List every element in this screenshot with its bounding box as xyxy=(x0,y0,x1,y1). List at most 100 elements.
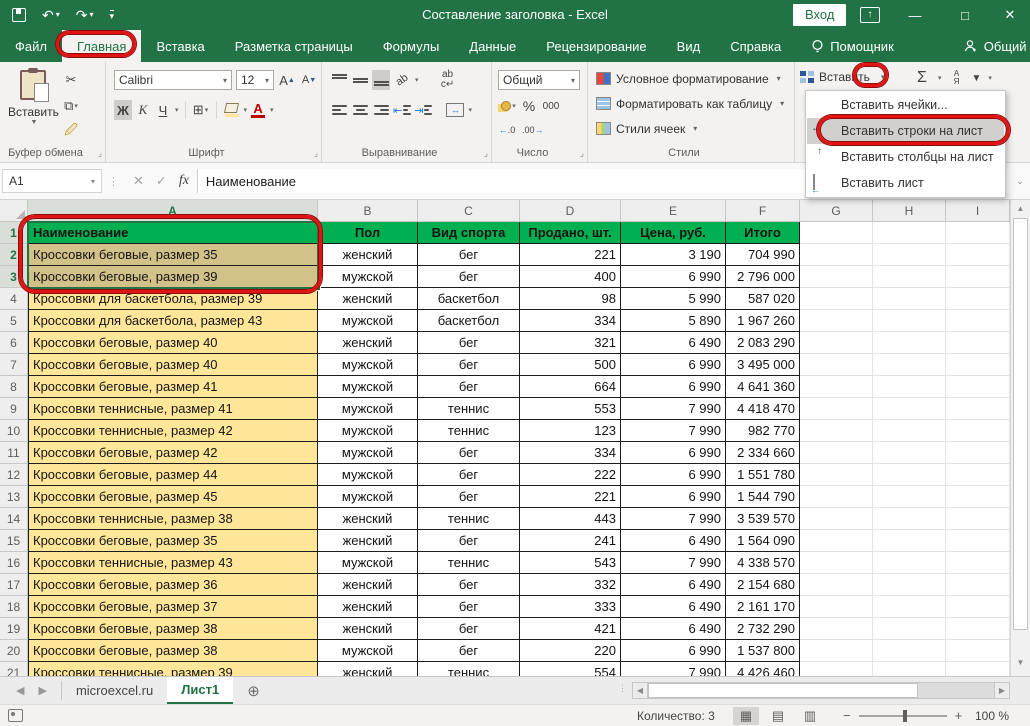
cell-B10[interactable]: мужской xyxy=(318,420,418,442)
cell-G15[interactable] xyxy=(800,530,873,552)
cell-F11[interactable]: 2 334 660 xyxy=(726,442,800,464)
cell-G3[interactable] xyxy=(800,266,873,288)
scroll-right-icon[interactable]: ▶ xyxy=(994,682,1010,699)
column-header-E[interactable]: E xyxy=(621,200,726,222)
cell-A2[interactable]: Кроссовки беговые, размер 35 xyxy=(28,244,318,266)
cell-D20[interactable]: 220 xyxy=(520,640,621,662)
cell-D14[interactable]: 443 xyxy=(520,508,621,530)
cell-B16[interactable]: мужской xyxy=(318,552,418,574)
cell-D5[interactable]: 334 xyxy=(520,310,621,332)
cell-H7[interactable] xyxy=(873,354,946,376)
align-right-icon[interactable] xyxy=(372,100,390,120)
cell-E19[interactable]: 6 490 xyxy=(621,618,726,640)
zoom-out-icon[interactable]: − xyxy=(843,708,851,723)
cell-C6[interactable]: бег xyxy=(418,332,520,354)
zoom-slider[interactable] xyxy=(859,715,947,717)
cell-E3[interactable]: 6 990 xyxy=(621,266,726,288)
row-header-15[interactable]: 15 xyxy=(0,530,28,552)
sheet-tab-microexcel.ru[interactable]: microexcel.ru xyxy=(62,677,167,704)
page-break-view-icon[interactable]: ▥ xyxy=(797,707,823,725)
decrease-decimal-icon[interactable]: .00→ xyxy=(522,120,544,140)
cell-A21[interactable]: Кроссовки теннисные, размер 39 xyxy=(28,662,318,676)
cell-F15[interactable]: 1 564 090 xyxy=(726,530,800,552)
cell-G1[interactable] xyxy=(800,222,873,244)
cell-C12[interactable]: бег xyxy=(418,464,520,486)
cell-F16[interactable]: 4 338 570 xyxy=(726,552,800,574)
cell-E10[interactable]: 7 990 xyxy=(621,420,726,442)
cell-G20[interactable] xyxy=(800,640,873,662)
align-bottom-icon[interactable] xyxy=(372,70,390,90)
cell-D6[interactable]: 321 xyxy=(520,332,621,354)
zoom-level[interactable]: 100 % xyxy=(975,709,1009,723)
cell-I12[interactable] xyxy=(946,464,1010,486)
cell-I3[interactable] xyxy=(946,266,1010,288)
row-header-13[interactable]: 13 xyxy=(0,486,28,508)
cell-I5[interactable] xyxy=(946,310,1010,332)
fill-color-icon[interactable] xyxy=(223,100,241,120)
cell-F19[interactable]: 2 732 290 xyxy=(726,618,800,640)
cell-F1[interactable]: Итого xyxy=(726,222,800,244)
alignment-dialog-launcher-icon[interactable]: ⌟ xyxy=(484,148,488,159)
row-header-12[interactable]: 12 xyxy=(0,464,28,486)
cell-A8[interactable]: Кроссовки беговые, размер 41 xyxy=(28,376,318,398)
cell-C20[interactable]: бег xyxy=(418,640,520,662)
cell-H12[interactable] xyxy=(873,464,946,486)
cell-I2[interactable] xyxy=(946,244,1010,266)
cell-H11[interactable] xyxy=(873,442,946,464)
column-header-A[interactable]: A xyxy=(28,200,318,222)
tab-вид[interactable]: Вид xyxy=(662,30,716,62)
cell-A5[interactable]: Кроссовки для баскетбола, размер 43 xyxy=(28,310,318,332)
cell-C18[interactable]: бег xyxy=(418,596,520,618)
cell-D21[interactable]: 554 xyxy=(520,662,621,676)
cell-E2[interactable]: 3 190 xyxy=(621,244,726,266)
cell-G10[interactable] xyxy=(800,420,873,442)
cell-A11[interactable]: Кроссовки беговые, размер 42 xyxy=(28,442,318,464)
cell-I18[interactable] xyxy=(946,596,1010,618)
cell-A18[interactable]: Кроссовки беговые, размер 37 xyxy=(28,596,318,618)
paste-button[interactable]: Вставить ▼ xyxy=(8,70,59,126)
tab-рецензирование[interactable]: Рецензирование xyxy=(531,30,661,62)
align-center-icon[interactable] xyxy=(351,100,369,120)
cell-I10[interactable] xyxy=(946,420,1010,442)
cell-D15[interactable]: 241 xyxy=(520,530,621,552)
cell-E14[interactable]: 7 990 xyxy=(621,508,726,530)
redo-icon[interactable]: ↷▾ xyxy=(76,8,94,22)
cell-H16[interactable] xyxy=(873,552,946,574)
cell-H5[interactable] xyxy=(873,310,946,332)
cell-H9[interactable] xyxy=(873,398,946,420)
cell-I4[interactable] xyxy=(946,288,1010,310)
cell-I16[interactable] xyxy=(946,552,1010,574)
cell-H13[interactable] xyxy=(873,486,946,508)
normal-view-icon[interactable]: ▦ xyxy=(733,707,759,725)
cell-B4[interactable]: женский xyxy=(318,288,418,310)
cell-F12[interactable]: 1 551 780 xyxy=(726,464,800,486)
row-header-14[interactable]: 14 xyxy=(0,508,28,530)
zoom-in-icon[interactable]: + xyxy=(955,708,963,723)
tab-assistant[interactable]: Помощник xyxy=(796,30,909,62)
cell-H10[interactable] xyxy=(873,420,946,442)
insert-function-icon[interactable]: fx xyxy=(179,173,189,189)
macro-record-icon[interactable] xyxy=(8,709,23,722)
cell-E4[interactable]: 5 990 xyxy=(621,288,726,310)
cell-A15[interactable]: Кроссовки беговые, размер 35 xyxy=(28,530,318,552)
cell-I13[interactable] xyxy=(946,486,1010,508)
cell-D9[interactable]: 553 xyxy=(520,398,621,420)
cell-F9[interactable]: 4 418 470 xyxy=(726,398,800,420)
scroll-up-icon[interactable]: ▲ xyxy=(1011,200,1030,218)
cell-E18[interactable]: 6 490 xyxy=(621,596,726,618)
cell-A14[interactable]: Кроссовки теннисные, размер 38 xyxy=(28,508,318,530)
vertical-scrollbar[interactable]: ▲ ▼ xyxy=(1010,200,1030,676)
cell-B5[interactable]: мужской xyxy=(318,310,418,332)
cell-A4[interactable]: Кроссовки для баскетбола, размер 39 xyxy=(28,288,318,310)
cell-A1[interactable]: Наименование xyxy=(28,222,318,244)
cell-E17[interactable]: 6 490 xyxy=(621,574,726,596)
cell-H19[interactable] xyxy=(873,618,946,640)
cell-A16[interactable]: Кроссовки теннисные, размер 43 xyxy=(28,552,318,574)
cell-A10[interactable]: Кроссовки теннисные, размер 42 xyxy=(28,420,318,442)
cell-B20[interactable]: мужской xyxy=(318,640,418,662)
cell-H6[interactable] xyxy=(873,332,946,354)
cell-F10[interactable]: 982 770 xyxy=(726,420,800,442)
font-color-icon[interactable]: А xyxy=(249,100,267,120)
format-painter-icon[interactable]: 🖉 xyxy=(62,122,80,142)
scroll-left-icon[interactable]: ◀ xyxy=(632,682,648,699)
